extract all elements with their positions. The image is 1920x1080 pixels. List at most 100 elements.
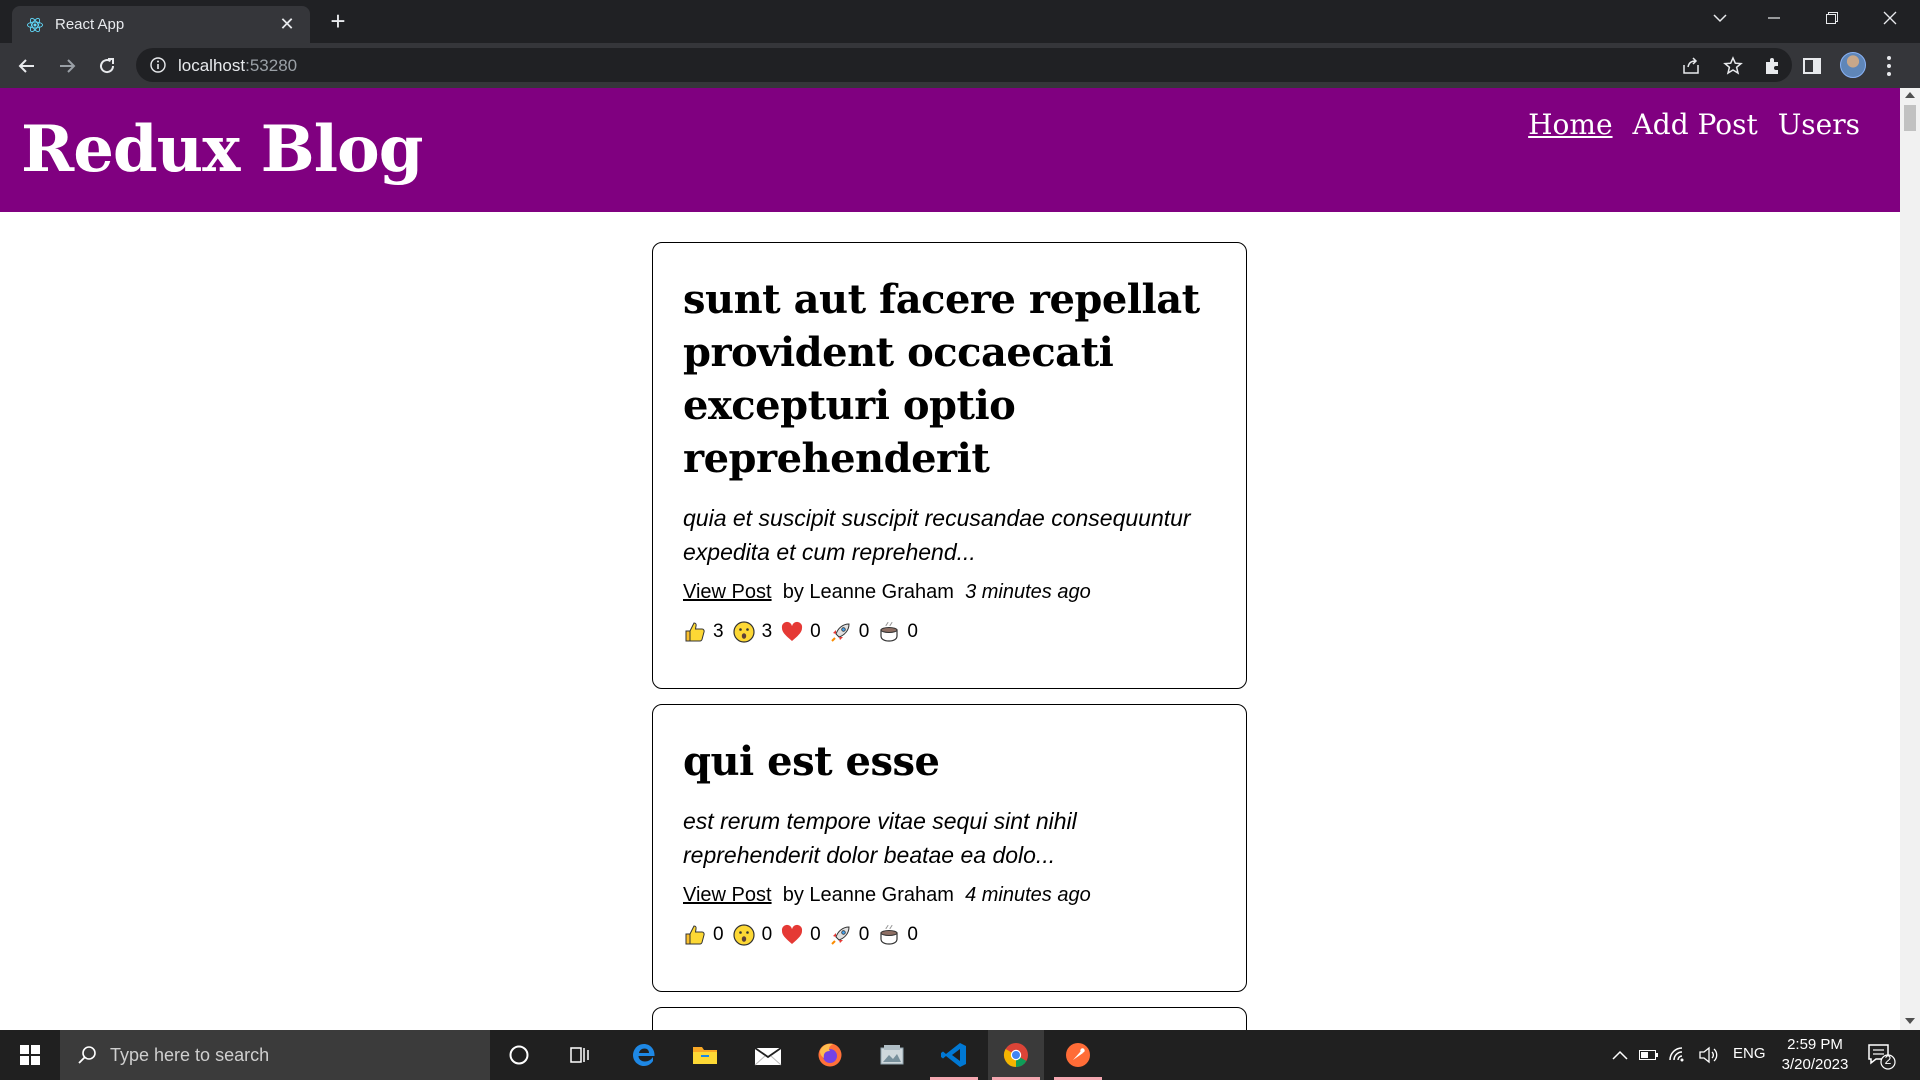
mail-icon[interactable]: [740, 1030, 796, 1080]
photos-icon[interactable]: [864, 1030, 920, 1080]
restore-icon[interactable]: [1804, 0, 1860, 36]
reaction-count: 0: [907, 924, 918, 945]
tab-search-chevron-icon[interactable]: [1692, 0, 1748, 36]
scroll-down-arrow-icon[interactable]: [1905, 1018, 1915, 1024]
back-icon[interactable]: [12, 51, 42, 81]
reload-icon[interactable]: [92, 51, 122, 81]
nav-home-link[interactable]: Home: [1528, 108, 1612, 141]
reaction-count: 0: [858, 621, 870, 642]
post-card: qui est esse est rerum tempore vitae seq…: [652, 704, 1247, 992]
browser-toolbar: localhost:53280: [0, 43, 1920, 88]
notification-count: 2: [1884, 1053, 1892, 1067]
view-post-link[interactable]: View Post: [683, 884, 772, 906]
search-placeholder: Type here to search: [110, 1045, 270, 1065]
taskbar-clock[interactable]: 2:59 PM 3/20/2023: [1770, 1035, 1860, 1075]
extensions-puzzle-icon[interactable]: [1759, 53, 1785, 79]
reaction-buttons: 0 0 0 0 0: [683, 923, 1216, 947]
notification-center-icon[interactable]: 2: [1866, 1042, 1896, 1070]
url-text[interactable]: localhost:53280: [178, 56, 297, 76]
reaction-count: 0: [810, 621, 821, 642]
reaction-coffee-button[interactable]: 0: [877, 620, 918, 644]
site-nav: Home Add Post Users: [1528, 108, 1860, 141]
new-tab-button[interactable]: +: [324, 8, 352, 36]
clock-date: 3/20/2023: [1781, 1056, 1849, 1073]
post-excerpt: quia et suscipit suscipit recusandae con…: [683, 505, 1191, 565]
site-info-icon[interactable]: [150, 57, 166, 73]
edge-icon[interactable]: [616, 1030, 672, 1080]
task-view-icon[interactable]: [552, 1030, 608, 1080]
scroll-thumb[interactable]: [1904, 105, 1916, 131]
site-title: Redux Blog: [21, 112, 423, 187]
taskbar-search-box[interactable]: Type here to search: [60, 1030, 490, 1080]
post-time: 4 minutes ago: [965, 884, 1091, 906]
post-title: qui est esse: [683, 738, 940, 785]
reaction-rocket-button[interactable]: 0: [829, 620, 870, 644]
reaction-wow-button[interactable]: 0: [732, 923, 773, 947]
post-author: by Leanne Graham: [782, 884, 954, 906]
postman-icon[interactable]: [1050, 1030, 1106, 1080]
input-language[interactable]: ENG: [1733, 1045, 1766, 1062]
thumbs-up-icon: [685, 925, 705, 945]
browser-tab-strip: React App ✕ +: [0, 0, 1920, 43]
vscode-icon[interactable]: [926, 1030, 982, 1080]
close-window-icon[interactable]: [1862, 0, 1918, 36]
scroll-up-arrow-icon[interactable]: [1905, 92, 1915, 98]
wow-face-icon: [732, 924, 755, 946]
reaction-rocket-button[interactable]: 0: [829, 923, 870, 947]
reaction-wow-button[interactable]: 3: [732, 620, 773, 644]
bookmark-star-icon[interactable]: [1722, 55, 1744, 77]
coffee-icon: [880, 924, 898, 945]
nav-add-post-link[interactable]: Add Post: [1633, 108, 1758, 141]
profile-avatar[interactable]: [1840, 52, 1866, 78]
chrome-icon[interactable]: [988, 1030, 1044, 1080]
reaction-thumbs-up-button[interactable]: 0: [683, 923, 724, 947]
reaction-buttons: 3 3 0 0 0: [683, 620, 1216, 644]
post-title: sunt aut facere repellat provident occae…: [683, 276, 1200, 482]
reaction-heart-button[interactable]: 0: [780, 923, 821, 947]
wifi-icon[interactable]: [1667, 1044, 1689, 1066]
post-card: sunt aut facere repellat provident occae…: [652, 242, 1247, 689]
url-port: :53280: [245, 56, 298, 75]
file-explorer-icon[interactable]: [677, 1030, 733, 1080]
search-icon: [78, 1046, 96, 1064]
heart-icon: [782, 924, 803, 944]
heart-icon: [782, 621, 803, 641]
battery-icon[interactable]: [1638, 1044, 1660, 1066]
tray-chevron-up-icon[interactable]: [1609, 1044, 1631, 1066]
reaction-count: 0: [907, 621, 918, 642]
forward-icon[interactable]: [52, 51, 82, 81]
side-panel-icon[interactable]: [1799, 53, 1825, 79]
cortana-icon[interactable]: [491, 1030, 547, 1080]
reaction-count: 0: [810, 924, 821, 945]
post-meta: View Post by Leanne Graham 3 minutes ago: [683, 578, 1216, 606]
view-post-link[interactable]: View Post: [683, 581, 772, 603]
address-bar[interactable]: localhost:53280: [136, 48, 1792, 82]
minimize-icon[interactable]: [1746, 0, 1802, 36]
react-favicon-icon: [27, 17, 43, 33]
windows-taskbar: Type here to search ENG 2:59 PM 3/20/202…: [0, 1030, 1920, 1080]
tab-close-icon[interactable]: ✕: [276, 13, 298, 35]
firefox-icon[interactable]: [802, 1030, 858, 1080]
nav-users-link[interactable]: Users: [1778, 108, 1860, 141]
reaction-heart-button[interactable]: 0: [780, 620, 821, 644]
site-header: Redux Blog Home Add Post Users: [0, 88, 1900, 212]
reaction-count: 3: [713, 621, 724, 642]
windows-start-icon[interactable]: [0, 1030, 60, 1080]
reaction-count: 0: [858, 924, 870, 945]
reaction-count: 0: [713, 924, 724, 945]
page-viewport: Redux Blog Home Add Post Users sunt aut …: [0, 88, 1900, 1030]
share-icon[interactable]: [1680, 55, 1702, 77]
reaction-count: 3: [761, 621, 773, 642]
reaction-thumbs-up-button[interactable]: 3: [683, 620, 724, 644]
post-time: 3 minutes ago: [965, 581, 1091, 603]
browser-tab[interactable]: React App ✕: [12, 6, 310, 43]
page-scrollbar[interactable]: [1900, 88, 1920, 1030]
rocket-icon: [831, 623, 850, 642]
reaction-coffee-button[interactable]: 0: [877, 923, 918, 947]
volume-icon[interactable]: [1697, 1044, 1719, 1066]
menu-kebab-icon[interactable]: [1886, 54, 1892, 78]
reaction-count: 0: [761, 924, 773, 945]
clock-time: 2:59 PM: [1787, 1036, 1843, 1053]
post-meta: View Post by Leanne Graham 4 minutes ago: [683, 881, 1216, 909]
coffee-icon: [880, 621, 898, 642]
